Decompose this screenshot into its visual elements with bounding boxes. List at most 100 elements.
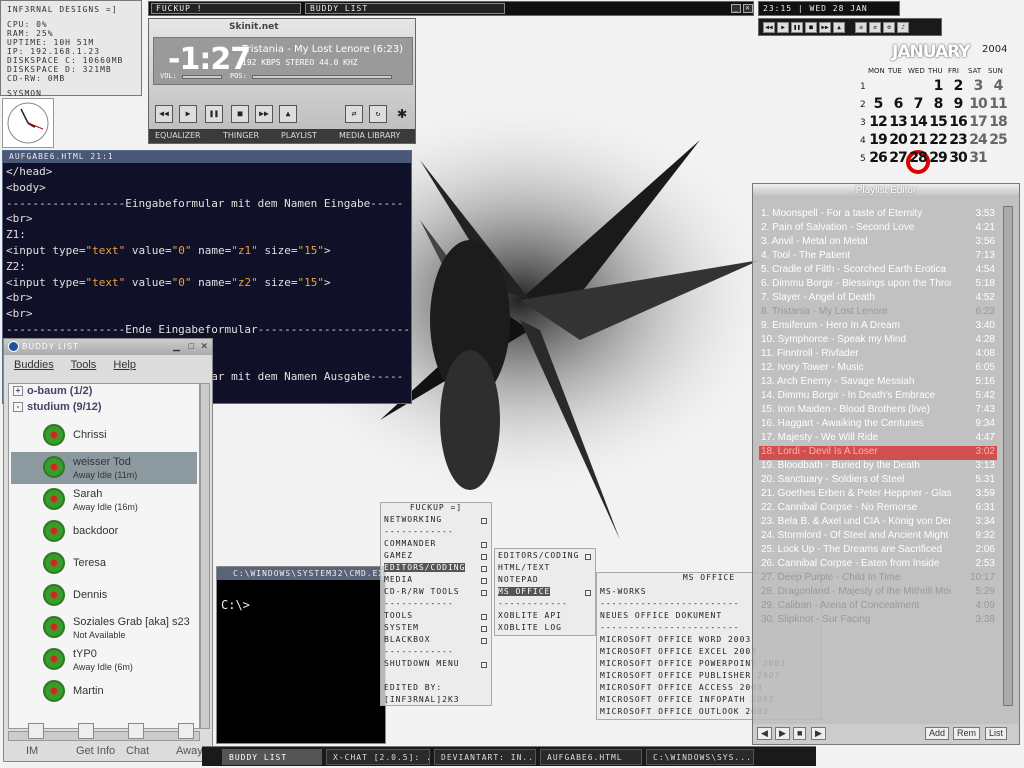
menu-item[interactable]: TOOLS [384,611,413,620]
calendar-day[interactable]: 11 [988,96,1008,112]
seek-slider[interactable] [252,75,392,79]
settings-icon[interactable]: ⚙ [883,22,895,33]
playlist-scrollbar[interactable] [1003,206,1013,706]
playlist-track[interactable]: 28. Dragonland - Majesty of the Mithrill… [759,586,997,600]
menu-item[interactable]: COMMANDER [384,539,436,548]
playlist-track[interactable]: 14. Dimmu Borgir - In Death's Embrace 5:4… [759,390,997,404]
buddy-scrollbar[interactable] [200,383,210,729]
minimize-icon[interactable]: ▁ [173,341,180,352]
calendar-day[interactable]: 15 [928,114,948,130]
playlist-track[interactable]: 24. Stormlord - Of Steel and Ancient Mig… [759,530,997,544]
menu-buddies[interactable]: Buddies [14,359,54,371]
menu-item[interactable]: NETWORKING [384,515,442,524]
calendar-day[interactable]: 12 [868,114,888,130]
minimize-icon[interactable]: _ [731,4,741,13]
stop-button[interactable]: ■ [231,105,249,123]
calendar-day[interactable]: 31 [968,150,988,166]
calendar-day[interactable]: 19 [868,132,888,148]
playlist-track[interactable]: 29. Caliban - Arena of Concealment 4:09 [759,600,997,614]
playlist-icon[interactable]: ≡ [855,22,867,33]
menu-item[interactable]: SHUTDOWN MENU [384,659,460,668]
playlist-track[interactable]: 10. Symphorce - Speak my Mind 4:28 [759,334,997,348]
menu-help[interactable]: Help [113,359,136,371]
playlist-track[interactable]: 16. Haggart - Awaiking the Centuries 9:34 [759,418,997,432]
playlist-track[interactable]: 12. Ivory Tower - Music 6:05 [759,362,997,376]
calendar-day[interactable]: 1 [928,78,948,94]
calendar-day[interactable]: 24 [968,132,988,148]
calendar-day[interactable]: 17 [968,114,988,130]
calendar-day[interactable]: 5 [868,96,888,112]
previous-icon[interactable]: ◀◀ [763,22,775,33]
tab-playlist[interactable]: PLAYLIST [281,131,317,140]
calendar-day[interactable]: 22 [928,132,948,148]
menu-item[interactable]: MICROSOFT OFFICE INFOPATH 2003 [600,695,775,704]
play-button[interactable]: ▶ [179,105,197,123]
menu-item[interactable]: MICROSOFT OFFICE WORD 2003 [600,635,751,644]
buddy-list-task-button[interactable]: BUDDY LIST [305,3,505,14]
pause-icon[interactable]: ❚❚ [791,22,803,33]
group-toggle-icon[interactable]: - [13,402,23,412]
menu-item[interactable]: [INF3RNAL]2K3 [384,695,460,704]
playlist-track[interactable]: 8. Tristania - My Lost Lenore 6:23 [759,306,997,320]
menu-item[interactable]: EDITORS/CODING [498,551,579,560]
playlist-track[interactable]: 15. Iron Maiden - Blood Brothers (live) 7… [759,404,997,418]
cmd-output[interactable]: C:\> [217,580,385,630]
menu-item[interactable]: GAMEZ [384,551,413,560]
previous-button[interactable]: ◀◀ [155,105,173,123]
calendar-day[interactable]: 27 [888,150,908,166]
menu-item[interactable]: EDITED BY: [384,683,442,692]
pl-stop-button[interactable]: ■ [793,727,807,740]
calendar-day[interactable]: 9 [948,96,968,112]
list-button[interactable]: List [985,727,1008,740]
playlist-track[interactable]: 17. Majesty - We Will Ride 4:47 [759,432,997,446]
calendar-day[interactable]: 2 [948,78,968,94]
playlist-track[interactable]: 19. Bloodbath - Buried by the Death 3:13 [759,460,997,474]
taskbar-button[interactable]: C:\WINDOWS\SYS... [646,749,754,765]
calendar-day[interactable]: 28 [908,150,928,166]
calendar-day[interactable]: 16 [948,114,968,130]
buddy-item[interactable]: Chrissi [11,420,197,452]
calendar-day[interactable]: 20 [888,132,908,148]
taskbar-button[interactable]: BUDDY LIST [222,749,322,765]
playlist-track[interactable]: 1. Moonspell - For a taste of Eternity 3:… [759,208,997,222]
menu-tools[interactable]: Tools [71,359,97,371]
tab-equalizer[interactable]: EQUALIZER [155,131,201,140]
playlist-track[interactable]: 2. Pain of Salvation - Second Love 4:21 [759,222,997,236]
playlist-track[interactable]: 26. Cannibal Corpse - Eaten from Inside 2… [759,558,997,572]
shuffle-button[interactable]: ⇄ [345,105,363,123]
tab-thinger[interactable]: THINGER [223,131,259,140]
buddy-group[interactable]: studium (9/12) [27,401,102,413]
playlist-track[interactable]: 30. Slipknot - Sur Facing 3:38 [759,614,997,628]
buddy-item[interactable]: Soziales Grab [aka] s23 Not Available [11,612,197,644]
play-icon[interactable]: ▶ [777,22,789,33]
calendar-day[interactable]: 26 [868,150,888,166]
playlist-track[interactable]: 21. Goethes Erben & Peter Heppner - Glas… [759,488,997,502]
repeat-button[interactable]: ↻ [369,105,387,123]
eject-icon[interactable]: ▲ [833,22,845,33]
playlist-track[interactable]: 9. Ensiferum - Hero In A Dream 3:40 [759,320,997,334]
menu-item[interactable]: MEDIA [384,575,413,584]
next-button[interactable]: ▶▶ [255,105,273,123]
menu-item[interactable]: CD-R/RW TOOLS [384,587,460,596]
menu-item[interactable]: EDITORS/CODING [384,563,466,572]
calendar-day[interactable]: 25 [988,132,1008,148]
menu-item[interactable]: NEUES OFFICE DOKUMENT [600,611,722,620]
menu-item[interactable]: MICROSOFT OFFICE EXCEL 2003 [600,647,757,656]
buddy-item[interactable]: Sarah Away Idle (16m) [11,484,197,516]
playlist-track[interactable]: 4. Tool - The Patient 7:13 [759,250,997,264]
playlist-track[interactable]: 27. Deep Purple - Child In Time 10:17 [759,572,997,586]
playlist-track[interactable]: 18. Lordi - Devil Is A Loser 3:02 [759,446,997,460]
remove-button[interactable]: Rem [953,727,981,740]
playlist-track[interactable]: 20. Sanctuary - Soldiers of Steel 5:31 [759,474,997,488]
playlist-track[interactable]: 11. Finntroll - Rivfader 4:08 [759,348,997,362]
menu-item[interactable]: BLACKBOX [384,635,431,644]
add-button[interactable]: Add [925,727,950,740]
pl-next-button[interactable]: ▶ [811,727,826,740]
buddy-group[interactable]: o-baum (1/2) [27,385,92,397]
calendar-day[interactable]: 4 [988,78,1008,94]
group-toggle-icon[interactable]: + [13,386,23,396]
calendar-day[interactable]: 8 [928,96,948,112]
maximize-icon[interactable]: □ [189,341,194,351]
pl-prev-button[interactable]: ◀ [757,727,772,740]
buddy-action-chat[interactable]: Chat [126,745,149,757]
